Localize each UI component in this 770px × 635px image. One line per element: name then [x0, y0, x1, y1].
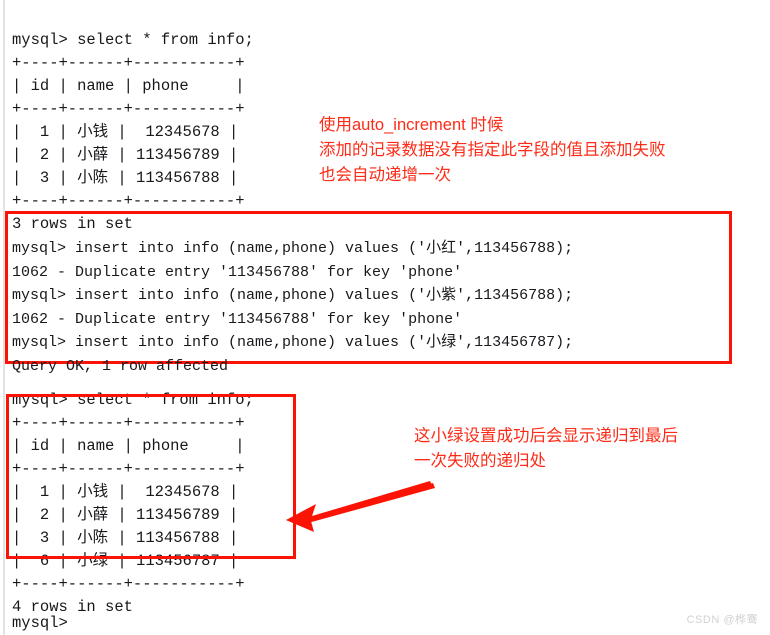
terminal-insert-statements: mysql> insert into info (name,phone) val…: [12, 240, 574, 375]
annotation-recursion-note: 这小绿设置成功后会显示递归到最后 一次失败的递归处: [414, 427, 678, 470]
csdn-watermark: CSDN @桦𬸣: [686, 614, 758, 626]
terminal-select-query-1: mysql> select * from info; +----+------+…: [12, 30, 254, 233]
annotation-auto-increment-note: 使用auto_increment 时候 添加的记录数据没有指定此字段的值且添加失…: [319, 116, 666, 184]
screenshot-root: mysql> select * from info; +----+------+…: [0, 0, 770, 635]
result-table-highlight-box: [6, 394, 296, 559]
terminal-final-prompt: mysql>: [12, 613, 68, 632]
annotation-arrow-icon: [286, 481, 435, 532]
